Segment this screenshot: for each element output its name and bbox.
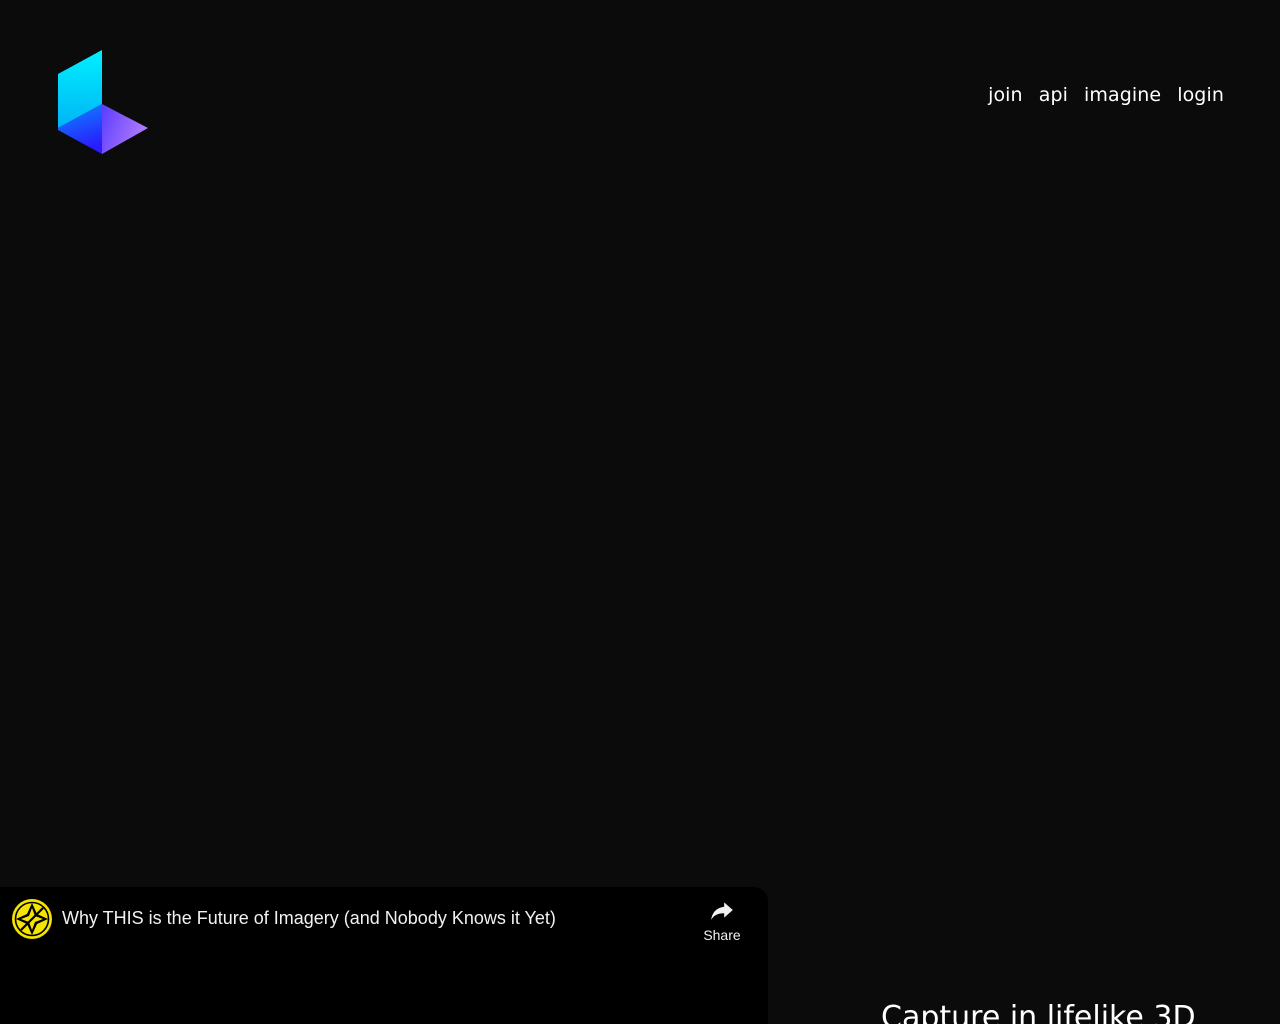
embedded-video-player[interactable]: Why THIS is the Future of Imagery (and N… [0, 887, 768, 1024]
top-nav: join api imagine login [988, 84, 1224, 106]
luma-logo-icon[interactable] [56, 50, 150, 156]
share-label: Share [703, 927, 741, 943]
share-button[interactable]: Share [694, 897, 750, 951]
nav-join-link[interactable]: join [988, 84, 1023, 106]
nav-api-link[interactable]: api [1039, 84, 1068, 106]
logo-cube-icon [58, 50, 148, 154]
video-title[interactable]: Why THIS is the Future of Imagery (and N… [62, 908, 556, 929]
channel-star-icon [12, 899, 52, 939]
channel-avatar-icon[interactable] [12, 899, 52, 939]
nav-imagine-link[interactable]: imagine [1084, 84, 1161, 106]
hero-tagline: Capture in lifelike 3D [881, 1000, 1196, 1024]
share-arrow-icon [711, 902, 733, 920]
nav-login-link[interactable]: login [1177, 84, 1224, 106]
page: join api imagine login Why THIS is the F… [0, 0, 1280, 1024]
